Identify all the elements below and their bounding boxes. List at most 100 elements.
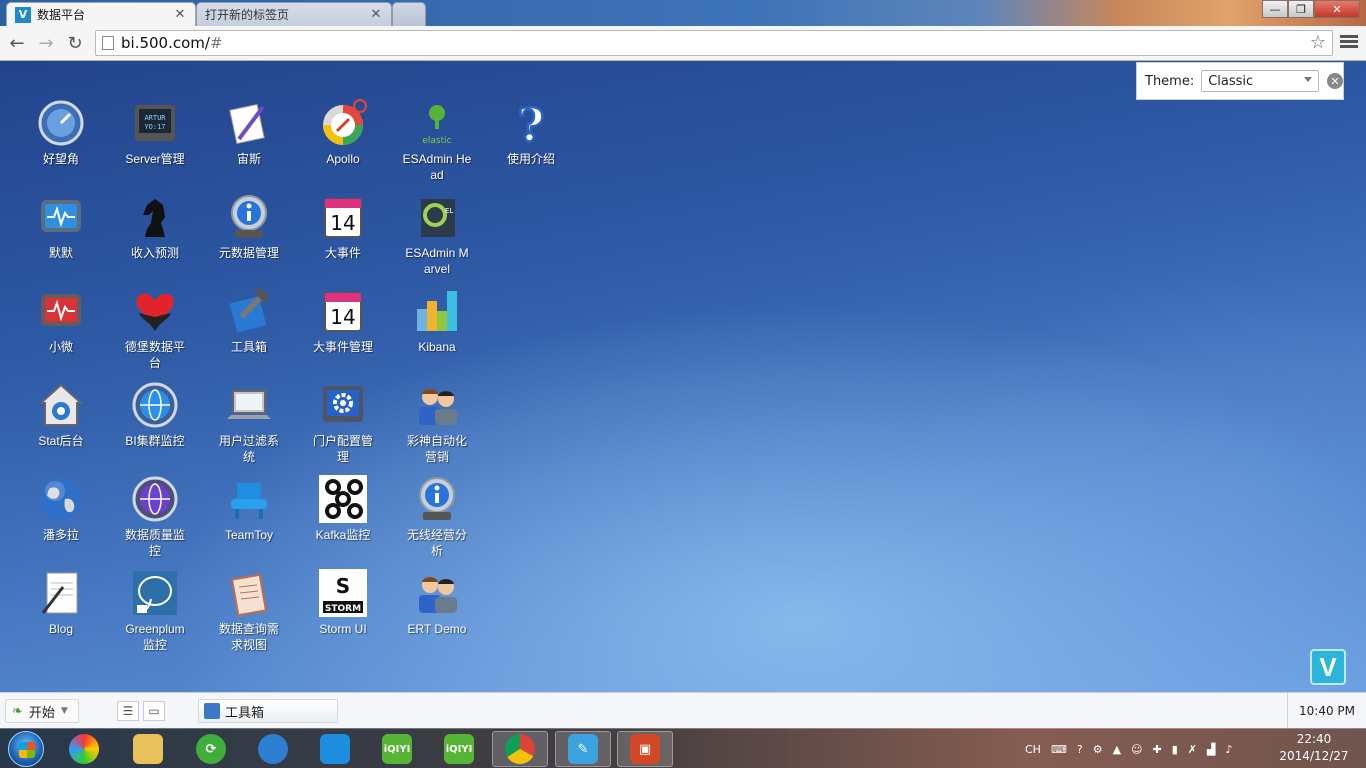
system-clock[interactable]: 22:40 2014/12/27 xyxy=(1272,731,1356,765)
theme-select[interactable]: Classic xyxy=(1201,70,1320,92)
web-taskbar: ❧ 开始 ▼ ☰ ▭ 工具箱 10:40 PM xyxy=(0,692,1366,729)
list-view-icon[interactable]: ☰ xyxy=(117,701,139,721)
desktop-app-label: 彩神自动化营销 xyxy=(406,434,467,464)
desktop-app[interactable]: Kafka监控 xyxy=(299,475,387,543)
desktop-app-label: 数据质量监控 xyxy=(124,528,185,558)
minimize-button[interactable]: — xyxy=(1262,0,1288,18)
language-indicator[interactable]: CH xyxy=(1025,743,1041,756)
desktop-app-label: ERT Demo xyxy=(407,622,467,636)
qq-icon[interactable]: ☺ xyxy=(1131,743,1142,756)
close-window-button[interactable]: ✕ xyxy=(1314,0,1360,18)
browser-toolbar: ← → ↻ bi.500.com/ # ☆ xyxy=(0,26,1366,61)
taskbar-app-3[interactable]: ⟳ xyxy=(183,731,239,767)
bookmark-star-icon[interactable]: ☆ xyxy=(1310,32,1326,53)
desktop-app[interactable]: 无线经营分析 xyxy=(393,475,481,559)
desktop-app-label: Storm UI xyxy=(319,622,367,636)
browser-tab-strip: V 数据平台 ✕ 打开新的标签页 ✕ — ❐ ✕ xyxy=(0,0,1366,26)
tab-new-tab[interactable]: 打开新的标签页 ✕ xyxy=(196,2,392,26)
desktop-app[interactable]: 小微 xyxy=(17,287,105,355)
svg-text:14: 14 xyxy=(330,211,355,235)
start-button[interactable]: ❧ 开始 ▼ xyxy=(5,699,79,723)
desktop-app[interactable]: TeamToy xyxy=(205,475,293,543)
taskbar-iqiyi-2[interactable]: iQIYI xyxy=(431,731,487,767)
back-arrow-icon[interactable]: ← xyxy=(5,32,29,54)
desktop-app[interactable]: ARTUR YO:17 Server管理 xyxy=(111,99,199,167)
desktop-app-label: ESAdmin Head xyxy=(402,152,472,182)
desktop-app[interactable]: Blog xyxy=(17,569,105,637)
address-bar[interactable]: bi.500.com/ # ☆ xyxy=(95,30,1333,56)
taskbar-explorer[interactable] xyxy=(120,731,176,767)
help-icon[interactable]: ? xyxy=(1077,743,1083,756)
volume-icon[interactable]: ♪ xyxy=(1225,743,1232,756)
chess-knight-icon xyxy=(131,193,179,241)
notes-icon xyxy=(37,569,85,617)
v-logo-icon[interactable]: V xyxy=(1310,649,1346,685)
show-hidden-icons[interactable]: ▲ xyxy=(1113,743,1121,756)
reload-icon[interactable]: ↻ xyxy=(63,32,87,54)
desktop-app-label: 门户配置管理 xyxy=(312,434,373,464)
desktop-app[interactable]: S STORM Storm UI xyxy=(299,569,387,637)
desktop-app[interactable]: 14 大事件 xyxy=(299,193,387,261)
desktop-app-label: 小微 xyxy=(48,340,73,354)
desktop-app[interactable]: 彩神自动化营销 xyxy=(393,381,481,465)
desktop-app-label: 默默 xyxy=(48,246,73,260)
desktop-app[interactable]: 宙斯 xyxy=(205,99,293,167)
home-icon xyxy=(37,381,85,429)
tab-data-platform[interactable]: V 数据平台 ✕ xyxy=(6,2,196,26)
desktop-app[interactable]: 工具箱 xyxy=(205,287,293,355)
desktop-app-label: Blog xyxy=(48,622,74,636)
taskbar-window-toolbox[interactable]: 工具箱 xyxy=(198,699,338,723)
desktop-app[interactable]: 收入预测 xyxy=(111,193,199,261)
taskbar-app-5[interactable] xyxy=(307,731,363,767)
tray-options-icon[interactable]: ⚙ xyxy=(1093,743,1103,756)
taskbar-app-4[interactable] xyxy=(245,731,301,767)
close-icon[interactable]: ✕ xyxy=(1327,73,1343,89)
desktop-app-label: 德堡数据平台 xyxy=(124,340,185,370)
forward-arrow-icon[interactable]: → xyxy=(34,32,58,54)
maximize-button[interactable]: ❐ xyxy=(1288,0,1314,18)
close-tab-icon[interactable]: ✕ xyxy=(369,7,383,22)
taskbar-app-9[interactable]: ✎ xyxy=(555,731,611,767)
desktop-app[interactable]: Stat后台 xyxy=(17,381,105,449)
desktop-app[interactable]: 好望角 xyxy=(17,99,105,167)
desktop-app[interactable]: Kibana xyxy=(393,287,481,355)
taskbar-iqiyi-1[interactable]: iQIYI xyxy=(369,731,425,767)
desktop-app[interactable]: 14 大事件管理 xyxy=(299,287,387,355)
plus-icon[interactable]: ✚ xyxy=(1153,743,1162,756)
taskbar-app-10[interactable]: ▣ xyxy=(617,731,673,767)
keyboard-icon[interactable]: ⌨ xyxy=(1051,743,1067,756)
desktop-app[interactable]: 用户过滤系统 xyxy=(205,381,293,465)
signal-icon[interactable]: ▟ xyxy=(1207,743,1215,756)
desktop-app[interactable]: 默默 xyxy=(17,193,105,261)
calendar-icon: 14 xyxy=(319,287,367,335)
desktop-app[interactable]: ERT Demo xyxy=(393,569,481,637)
desktop-app[interactable]: 元数据管理 xyxy=(205,193,293,261)
taskbar-app-1[interactable] xyxy=(56,731,112,767)
windows-start-orb[interactable] xyxy=(8,731,44,767)
chrome-menu-icon[interactable] xyxy=(1340,33,1358,53)
desktop-app[interactable]: Apollo xyxy=(299,99,387,167)
desktop-app[interactable]: EL ESAdmin Marvel xyxy=(393,193,481,277)
desktop-app[interactable]: BI集群监控 xyxy=(111,381,199,449)
theme-label: Theme: xyxy=(1145,73,1195,89)
desktop-app-label: 元数据管理 xyxy=(218,246,279,260)
usb-icon[interactable]: ▮ xyxy=(1172,743,1178,756)
desktop-app-label: 宙斯 xyxy=(236,152,261,166)
desktop-app[interactable]: 德堡数据平台 xyxy=(111,287,199,371)
desktop-app[interactable]: 数据质量监控 xyxy=(111,475,199,559)
new-tab-button[interactable] xyxy=(392,2,426,26)
desktop-app[interactable]: 潘多拉 xyxy=(17,475,105,543)
desktop-app-label: 无线经营分析 xyxy=(406,528,467,558)
desktop-app[interactable]: ? 使用介绍 xyxy=(487,99,575,167)
desktop-app-label: 大事件 xyxy=(324,246,361,260)
folder-icon xyxy=(133,734,163,764)
show-desktop-icon[interactable]: ▭ xyxy=(143,701,165,721)
desktop-app[interactable]: Greenplum监控 xyxy=(111,569,199,653)
desktop-app[interactable]: 门户配置管理 xyxy=(299,381,387,465)
desktop-app[interactable]: 数据查询需求视图 xyxy=(205,569,293,653)
network-error-icon[interactable]: ✗ xyxy=(1188,743,1197,756)
taskbar-chrome[interactable] xyxy=(492,731,548,767)
desktop-app-label: Stat后台 xyxy=(38,434,84,448)
close-tab-icon[interactable]: ✕ xyxy=(173,7,187,22)
desktop-app[interactable]: elastic ESAdmin Head xyxy=(393,99,481,183)
